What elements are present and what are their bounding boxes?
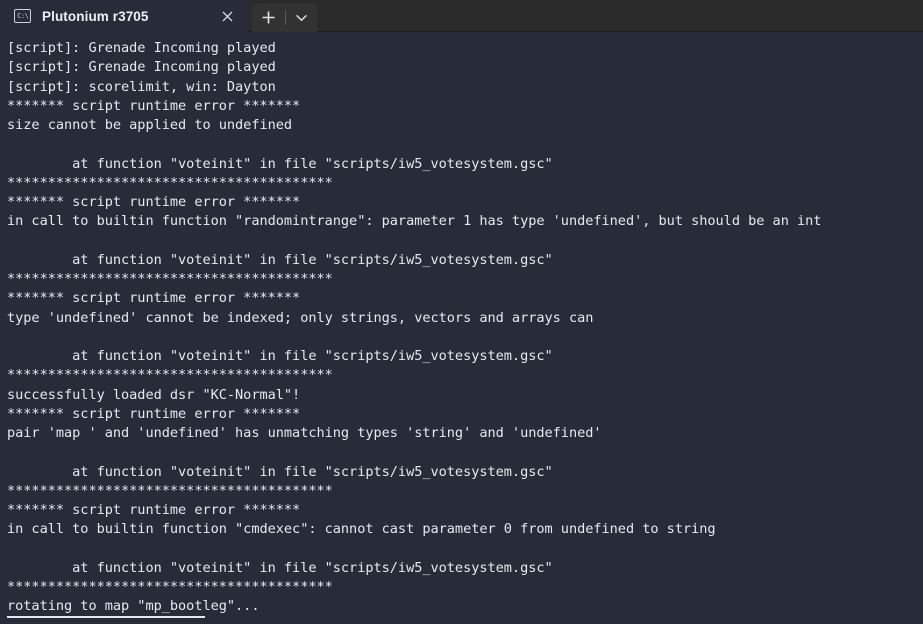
terminal-line: size cannot be applied to undefined <box>7 117 293 133</box>
terminal-line: **************************************** <box>7 482 333 499</box>
terminal-line: at function "voteinit" in file "scripts/… <box>7 251 553 268</box>
terminal-line: in call to builtin function "cmdexec": c… <box>7 521 716 538</box>
terminal-line: in call to builtin function "randomintra… <box>7 213 822 230</box>
console-prompt-icon: C:\ <box>14 9 31 23</box>
terminal-line: at function "voteinit" in file "scripts/… <box>7 559 553 576</box>
horizontal-scrollbar[interactable] <box>0 610 923 624</box>
terminal-line: at function "voteinit" in file "scripts/… <box>7 348 553 364</box>
new-tab-group <box>252 3 317 32</box>
terminal-line: [script]: Grenade Incoming played <box>7 40 276 56</box>
terminal-line: **************************************** <box>7 271 333 287</box>
terminal-line: at function "voteinit" in file "scripts/… <box>7 463 553 480</box>
console-window: C:\ Plutonium r3705 [script]: Grenade In… <box>0 0 923 624</box>
terminal-line: at function "voteinit" in file "scripts/… <box>7 155 553 172</box>
terminal-line: ******* script runtime error ******* <box>7 97 301 114</box>
terminal-output: [script]: Grenade Incoming played [script… <box>7 39 821 617</box>
tab-title: Plutonium r3705 <box>42 8 149 24</box>
terminal-line: pair 'map ' and 'undefined' has unmatchi… <box>7 425 602 441</box>
terminal-line: **************************************** <box>7 367 333 384</box>
terminal-line: type 'undefined' cannot be indexed; only… <box>7 309 594 326</box>
terminal-line: ******* script runtime error ******* <box>7 290 301 307</box>
horizontal-scrollbar-thumb[interactable] <box>7 616 205 618</box>
tab-plutonium[interactable]: C:\ Plutonium r3705 <box>0 0 248 32</box>
terminal-line: [script]: Grenade Incoming played <box>7 59 276 76</box>
terminal-line: ******* script runtime error ******* <box>7 194 301 210</box>
terminal-line: ******* script runtime error ******* <box>7 502 301 518</box>
close-icon[interactable] <box>219 8 236 25</box>
terminal-line: **************************************** <box>7 174 333 191</box>
terminal-line: [script]: scorelimit, win: Dayton <box>7 78 276 95</box>
terminal-line: **************************************** <box>7 579 333 595</box>
plus-icon[interactable] <box>252 3 285 32</box>
chevron-down-icon[interactable] <box>286 3 317 32</box>
terminal-line: ******* script runtime error ******* <box>7 405 301 422</box>
console-prompt-icon-label: C:\ <box>16 11 29 20</box>
title-bar: C:\ Plutonium r3705 <box>0 0 923 32</box>
terminal-line: successfully loaded dsr "KC-Normal"! <box>7 386 301 403</box>
terminal-pane[interactable]: [script]: Grenade Incoming played [script… <box>0 32 923 624</box>
